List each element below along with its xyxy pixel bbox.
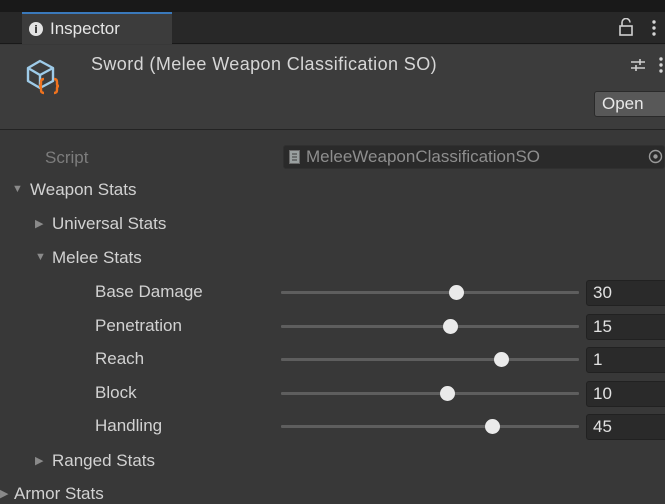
tab-inspector[interactable]: i Inspector <box>22 12 172 44</box>
melee-stat-label: Reach <box>95 349 145 368</box>
open-button[interactable]: Open <box>594 91 665 117</box>
melee-stat-slider-track[interactable] <box>281 324 579 328</box>
ranged-stats-foldout-icon[interactable]: ▶ <box>35 454 43 467</box>
melee-stat-slider-track[interactable] <box>281 291 579 294</box>
info-icon: i <box>29 22 43 36</box>
melee-stat-slider-thumb[interactable] <box>494 352 510 367</box>
melee-stat-label: Block <box>95 382 137 402</box>
script-label: Script <box>45 148 89 167</box>
inspector-header: Sword (Melee Weapon Classification SO) O… <box>0 45 665 130</box>
armor-stats-foldout[interactable]: Armor Stats <box>14 484 104 504</box>
object-picker-icon[interactable] <box>648 149 663 164</box>
universal-stats-foldout[interactable]: Universal Stats <box>52 214 166 234</box>
ranged-stats-foldout[interactable]: Ranged Stats <box>52 451 155 471</box>
scriptable-object-icon <box>26 59 60 95</box>
lock-icon[interactable] <box>619 18 633 36</box>
weapon-stats-foldout-icon[interactable]: ▼ <box>12 183 23 195</box>
settings-icon[interactable] <box>630 58 646 72</box>
melee-stat-slider-thumb[interactable] <box>485 419 501 434</box>
script-field[interactable]: MeleeWeaponClassificationSO <box>283 145 665 169</box>
melee-stat-slider-thumb[interactable] <box>443 318 459 334</box>
header-kebab-menu-icon[interactable] <box>659 57 663 73</box>
melee-stat-label: Base Damage <box>95 282 203 301</box>
script-value: MeleeWeaponClassificationSO <box>306 147 541 166</box>
melee-stat-value-field[interactable]: 30 <box>586 280 665 306</box>
melee-stats-foldout-icon[interactable]: ▼ <box>35 251 46 263</box>
armor-stats-foldout-icon[interactable]: ▶ <box>0 487 8 500</box>
melee-stat-value-field[interactable]: 1 <box>586 347 665 373</box>
melee-stat-label: Handling <box>95 416 163 435</box>
tab-inspector-label: Inspector <box>50 19 120 38</box>
tab-bar: i Inspector <box>0 12 665 44</box>
universal-stats-foldout-icon[interactable]: ▶ <box>35 217 43 230</box>
melee-stat-slider-thumb[interactable] <box>449 285 465 300</box>
melee-stats-foldout[interactable]: Melee Stats <box>52 248 142 268</box>
melee-stat-value-field[interactable]: 10 <box>586 380 665 407</box>
melee-stat-value-field[interactable]: 15 <box>586 313 665 340</box>
melee-stat-value-field[interactable]: 45 <box>586 414 665 440</box>
kebab-menu-icon[interactable] <box>652 20 656 36</box>
asset-title: Sword (Melee Weapon Classification SO) <box>91 54 438 74</box>
melee-stat-slider-track[interactable] <box>281 425 579 428</box>
weapon-stats-foldout[interactable]: Weapon Stats <box>30 180 136 200</box>
melee-stat-label: Penetration <box>95 315 182 335</box>
window-top-strip <box>0 0 665 12</box>
melee-stat-slider-thumb[interactable] <box>440 385 456 401</box>
melee-stat-slider-track[interactable] <box>281 358 579 361</box>
script-file-icon <box>289 150 300 164</box>
melee-stat-slider-track[interactable] <box>281 391 579 395</box>
